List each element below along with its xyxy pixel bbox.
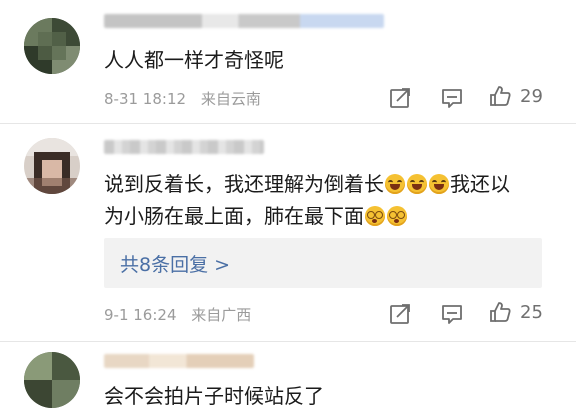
- comment-icon[interactable]: [440, 86, 464, 110]
- comment-item: 说到反着长，我还理解为倒着长 我还以 为小肠在最上面，肺在最下面 共8条回复 > …: [0, 124, 576, 340]
- comment-item: 会不会拍片子时候站反了: [0, 342, 576, 420]
- view-replies-link[interactable]: 共8条回复 >: [120, 250, 230, 277]
- comment-text: 说到反着长，我还理解为倒着长 我还以: [104, 170, 510, 199]
- avatar[interactable]: [24, 18, 80, 74]
- thumbs-up-icon[interactable]: [488, 300, 512, 324]
- comment-text: 人人都一样才奇怪呢: [104, 48, 284, 72]
- dizzy-face-icon: [365, 206, 385, 226]
- username-blurred[interactable]: [104, 354, 254, 368]
- comment-text-line2: 为小肠在最上面，肺在最下面: [104, 202, 408, 231]
- comment-text-part2: 我还以: [450, 172, 510, 196]
- dizzy-face-icon: [387, 206, 407, 226]
- thumbs-up-icon[interactable]: [488, 84, 512, 108]
- share-edit-icon[interactable]: [388, 86, 412, 110]
- laughing-tears-icon: [407, 174, 427, 194]
- comment-text-part1: 说到反着长，我还理解为倒着长: [104, 172, 384, 196]
- comment-text: 会不会拍片子时候站反了: [104, 384, 324, 408]
- laughing-tears-icon: [429, 174, 449, 194]
- comment-actions: 25: [0, 300, 576, 330]
- replies-box[interactable]: 共8条回复 >: [104, 238, 542, 288]
- like-count: 29: [520, 86, 543, 107]
- avatar[interactable]: [24, 352, 80, 408]
- comment-item: 人人都一样才奇怪呢 8-31 18:12 来自云南 29: [0, 0, 576, 122]
- share-edit-icon[interactable]: [388, 302, 412, 326]
- laughing-tears-icon: [385, 174, 405, 194]
- username-blurred[interactable]: [104, 140, 264, 154]
- avatar[interactable]: [24, 138, 80, 194]
- comment-icon[interactable]: [440, 302, 464, 326]
- username-blurred[interactable]: [104, 14, 384, 28]
- comment-text-line2-content: 为小肠在最上面，肺在最下面: [104, 204, 364, 228]
- like-count: 25: [520, 302, 543, 323]
- comment-actions: 29: [0, 84, 576, 114]
